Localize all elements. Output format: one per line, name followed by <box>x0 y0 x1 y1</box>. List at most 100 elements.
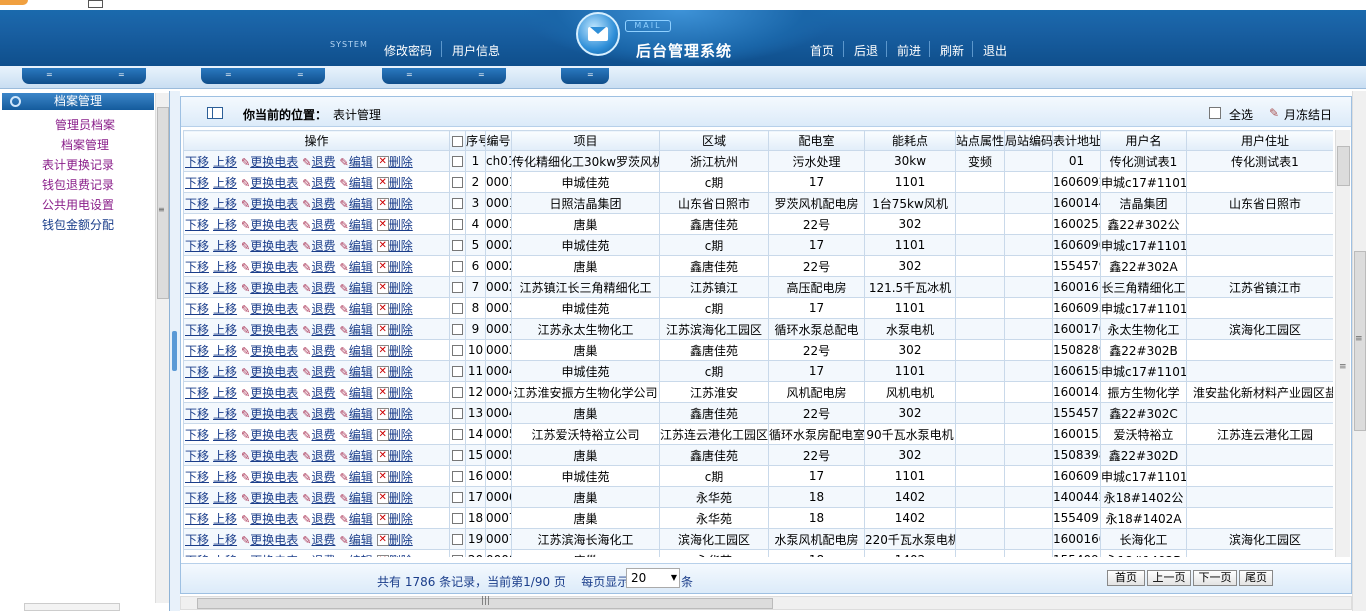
replace-meter-link[interactable]: 更换电表 <box>250 281 298 295</box>
move-up-link[interactable]: 上移 <box>213 260 237 274</box>
edit-link[interactable]: 编辑 <box>349 470 373 484</box>
row-checkbox-cell[interactable] <box>449 213 466 235</box>
move-down-link[interactable]: 下移 <box>185 533 209 547</box>
replace-meter-link[interactable]: 更换电表 <box>250 554 298 558</box>
row-checkbox-cell[interactable] <box>449 255 466 277</box>
next-page-button[interactable]: 下一页 <box>1193 570 1237 586</box>
row-checkbox-cell[interactable] <box>449 234 466 256</box>
move-down-link[interactable]: 下移 <box>185 512 209 526</box>
sidebar-item-admin-archive[interactable]: 管理员档案 <box>0 116 170 133</box>
refund-link[interactable]: 退费 <box>311 218 335 232</box>
replace-meter-link[interactable]: 更换电表 <box>250 260 298 274</box>
header-checkbox[interactable] <box>449 130 466 151</box>
row-checkbox[interactable] <box>452 366 463 377</box>
edit-link[interactable]: 编辑 <box>349 491 373 505</box>
replace-meter-link[interactable]: 更换电表 <box>250 155 298 169</box>
move-up-link[interactable]: 上移 <box>213 176 237 190</box>
replace-meter-link[interactable]: 更换电表 <box>250 491 298 505</box>
move-up-link[interactable]: 上移 <box>213 470 237 484</box>
replace-meter-link[interactable]: 更换电表 <box>250 197 298 211</box>
move-up-link[interactable]: 上移 <box>213 365 237 379</box>
select-all-checkbox[interactable] <box>1209 107 1221 119</box>
row-checkbox-cell[interactable] <box>449 150 466 172</box>
move-down-link[interactable]: 下移 <box>185 554 209 558</box>
change-password-link[interactable]: 修改密码 <box>384 42 432 59</box>
edit-link[interactable]: 编辑 <box>349 365 373 379</box>
edit-link[interactable]: 编辑 <box>349 260 373 274</box>
refund-link[interactable]: 退费 <box>311 176 335 190</box>
move-down-link[interactable]: 下移 <box>185 176 209 190</box>
move-up-link[interactable]: 上移 <box>213 428 237 442</box>
row-checkbox[interactable] <box>452 156 463 167</box>
row-checkbox[interactable] <box>452 261 463 272</box>
delete-link[interactable]: 删除 <box>389 533 413 547</box>
replace-meter-link[interactable]: 更换电表 <box>250 176 298 190</box>
delete-link[interactable]: 删除 <box>389 218 413 232</box>
row-checkbox[interactable] <box>452 177 463 188</box>
row-checkbox-cell[interactable] <box>449 297 466 319</box>
row-checkbox-cell[interactable] <box>449 444 466 466</box>
edit-link[interactable]: 编辑 <box>349 302 373 316</box>
row-checkbox-cell[interactable] <box>449 318 466 340</box>
sidebar-splitter[interactable] <box>170 91 180 611</box>
move-up-link[interactable]: 上移 <box>213 449 237 463</box>
row-checkbox-cell[interactable] <box>449 276 466 298</box>
delete-link[interactable]: 删除 <box>389 449 413 463</box>
first-page-button[interactable]: 首页 <box>1107 570 1145 586</box>
edit-link[interactable]: 编辑 <box>349 386 373 400</box>
refund-link[interactable]: 退费 <box>311 407 335 421</box>
replace-meter-link[interactable]: 更换电表 <box>250 239 298 253</box>
replace-meter-link[interactable]: 更换电表 <box>250 302 298 316</box>
move-up-link[interactable]: 上移 <box>213 197 237 211</box>
back-link[interactable]: 后退 <box>854 42 878 59</box>
replace-meter-link[interactable]: 更换电表 <box>250 470 298 484</box>
move-down-link[interactable]: 下移 <box>185 197 209 211</box>
move-up-link[interactable]: 上移 <box>213 239 237 253</box>
refund-link[interactable]: 退费 <box>311 323 335 337</box>
refund-link[interactable]: 退费 <box>311 512 335 526</box>
move-up-link[interactable]: 上移 <box>213 407 237 421</box>
row-checkbox-cell[interactable] <box>449 402 466 424</box>
row-checkbox[interactable] <box>452 471 463 482</box>
delete-link[interactable]: 删除 <box>389 260 413 274</box>
refresh-link[interactable]: 刷新 <box>940 42 964 59</box>
move-down-link[interactable]: 下移 <box>185 344 209 358</box>
row-checkbox-cell[interactable] <box>449 192 466 214</box>
move-down-link[interactable]: 下移 <box>185 281 209 295</box>
edit-link[interactable]: 编辑 <box>349 155 373 169</box>
delete-link[interactable]: 删除 <box>389 491 413 505</box>
sidebar-item-wallet-allocation[interactable]: 钱包金额分配 <box>0 216 163 233</box>
edit-link[interactable]: 编辑 <box>349 176 373 190</box>
row-checkbox[interactable] <box>452 555 463 557</box>
replace-meter-link[interactable]: 更换电表 <box>250 323 298 337</box>
replace-meter-link[interactable]: 更换电表 <box>250 428 298 442</box>
replace-meter-link[interactable]: 更换电表 <box>250 386 298 400</box>
move-down-link[interactable]: 下移 <box>185 449 209 463</box>
page-vscrollbar[interactable]: ≡ <box>1352 91 1366 611</box>
user-info-link[interactable]: 用户信息 <box>452 42 500 59</box>
edit-link[interactable]: 编辑 <box>349 449 373 463</box>
delete-link[interactable]: 删除 <box>389 344 413 358</box>
refund-link[interactable]: 退费 <box>311 239 335 253</box>
refund-link[interactable]: 退费 <box>311 281 335 295</box>
move-down-link[interactable]: 下移 <box>185 386 209 400</box>
delete-link[interactable]: 删除 <box>389 554 413 558</box>
move-up-link[interactable]: 上移 <box>213 386 237 400</box>
row-checkbox[interactable] <box>452 303 463 314</box>
replace-meter-link[interactable]: 更换电表 <box>250 449 298 463</box>
move-down-link[interactable]: 下移 <box>185 470 209 484</box>
delete-link[interactable]: 删除 <box>389 197 413 211</box>
move-up-link[interactable]: 上移 <box>213 281 237 295</box>
delete-link[interactable]: 删除 <box>389 302 413 316</box>
row-checkbox-cell[interactable] <box>449 360 466 382</box>
move-down-link[interactable]: 下移 <box>185 155 209 169</box>
row-checkbox[interactable] <box>452 240 463 251</box>
edit-link[interactable]: 编辑 <box>349 554 373 558</box>
delete-link[interactable]: 删除 <box>389 428 413 442</box>
tab-pill-1[interactable]: = = <box>22 68 146 84</box>
row-checkbox-cell[interactable] <box>449 381 466 403</box>
sidebar-item-meter-replace-log[interactable]: 表计更换记录 <box>0 156 163 173</box>
row-checkbox[interactable] <box>452 513 463 524</box>
move-down-link[interactable]: 下移 <box>185 239 209 253</box>
replace-meter-link[interactable]: 更换电表 <box>250 407 298 421</box>
